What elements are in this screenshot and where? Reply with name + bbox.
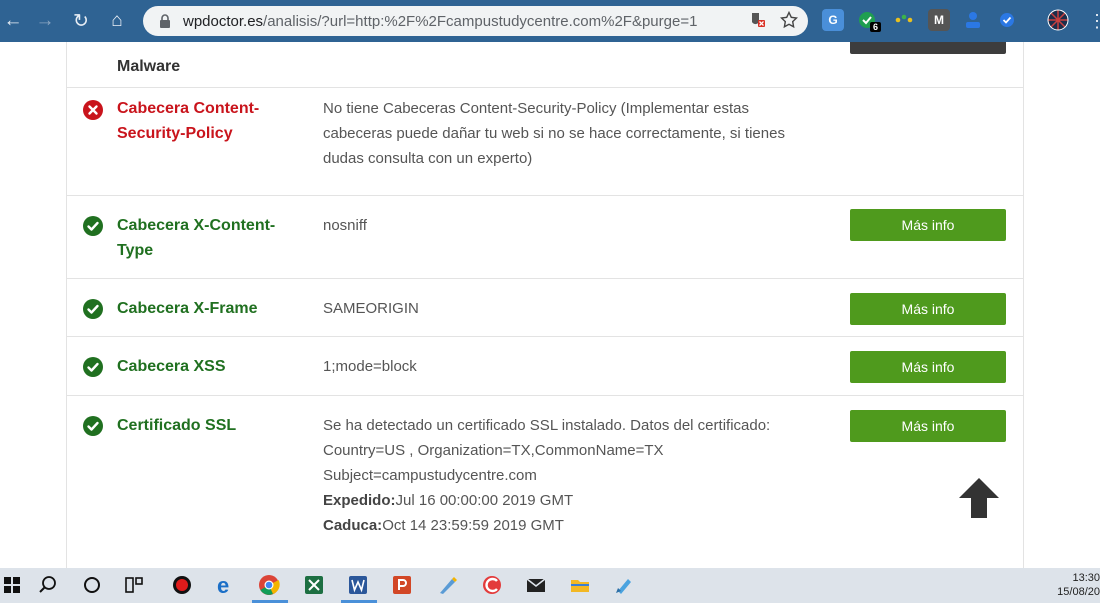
scroll-to-top-icon[interactable]	[955, 474, 1003, 522]
row-description: nosniff	[323, 217, 367, 234]
url-text: wpdoctor.es/analisis/?url=http:%2F%2Fcam…	[183, 13, 697, 30]
m-extension-label: M	[934, 13, 944, 27]
row-description: No tiene Cabeceras Content-Security-Poli…	[323, 100, 785, 167]
home-icon[interactable]: ⌂	[104, 8, 130, 34]
record-icon[interactable]	[170, 573, 194, 597]
url-host: wpdoctor.es	[183, 12, 264, 30]
edge-icon[interactable]: e	[214, 573, 238, 597]
check-circle-icon	[83, 299, 103, 319]
checkmark-extension-icon[interactable]: 6	[856, 9, 882, 32]
m-extension-icon[interactable]: M	[928, 9, 950, 31]
row-description: SAMEORIGIN	[323, 300, 419, 317]
clock-date: 15/08/20	[1057, 586, 1100, 598]
row-description: 1;mode=block	[323, 358, 417, 375]
analysis-page: Malware Cabecera Content-Security-Policy…	[0, 42, 1100, 568]
row-name: Malware	[117, 58, 181, 75]
extension-badge: 6	[870, 22, 882, 32]
translate-extension-icon[interactable]: G	[822, 9, 844, 31]
system-clock[interactable]: 13:30 15/08/20	[1052, 571, 1100, 599]
reload-icon[interactable]: ↻	[68, 8, 94, 34]
browser-toolbar: ← → ↻ ⌂ wpdoctor.es/analisis/?url=http:%…	[0, 0, 1100, 42]
results-panel: Malware Cabecera Content-Security-Policy…	[66, 42, 1024, 568]
error-x-icon	[83, 100, 103, 120]
result-row-csp: Cabecera Content-Security-Policy No tien…	[67, 88, 1023, 196]
result-row-ssl: Certificado SSL Se ha detectado un certi…	[67, 396, 1023, 568]
row-name: Certificado SSL	[117, 417, 237, 434]
search-icon[interactable]	[36, 573, 60, 597]
file-explorer-icon[interactable]	[568, 573, 592, 597]
shield-extension-icon[interactable]	[996, 9, 1018, 31]
svg-text:e: e	[217, 573, 229, 597]
check-circle-icon	[83, 416, 103, 436]
expires-value: Oct 14 23:59:59 2019 GMT	[382, 517, 564, 534]
result-row-xss: Cabecera XSS 1;mode=block Más info	[67, 337, 1023, 396]
shield-blocked-icon[interactable]	[748, 11, 766, 29]
clock-time: 13:30	[1072, 572, 1100, 584]
powerpoint-icon[interactable]	[390, 573, 414, 597]
chrome-icon[interactable]	[257, 573, 281, 597]
result-row-malware: Malware	[67, 42, 1023, 88]
row-name: Cabecera XSS	[117, 358, 226, 375]
files-app-icon[interactable]	[612, 573, 636, 597]
cortana-icon[interactable]	[80, 573, 104, 597]
ccleaner-icon[interactable]	[480, 573, 504, 597]
address-bar[interactable]: wpdoctor.es/analisis/?url=http:%2F%2Fcam…	[143, 6, 808, 36]
blue-check-glyph-icon	[1000, 13, 1014, 27]
row-name: Cabecera X-Frame	[117, 300, 258, 317]
windows-start-icon[interactable]	[0, 573, 24, 597]
user-glyph-icon	[966, 12, 980, 28]
user-extension-icon[interactable]	[962, 9, 984, 31]
more-info-button[interactable]: Más info	[850, 351, 1006, 383]
check-circle-icon	[83, 357, 103, 377]
issued-value: Jul 16 00:00:00 2019 GMT	[395, 492, 574, 509]
back-icon[interactable]: ←	[0, 8, 26, 34]
dots-extension-icon[interactable]	[893, 9, 915, 31]
dots-glyph-icon	[895, 14, 913, 23]
more-info-button[interactable]: Más info	[850, 293, 1006, 325]
menu-dots-icon[interactable]: ⋮	[1084, 8, 1100, 34]
more-info-button[interactable]: Más info	[850, 209, 1006, 241]
result-row-x-frame: Cabecera X-Frame SAMEORIGIN Más info	[67, 279, 1023, 337]
forward-icon[interactable]: →	[32, 8, 58, 34]
paint-icon[interactable]	[436, 573, 460, 597]
profile-avatar[interactable]	[1047, 9, 1069, 31]
mail-icon[interactable]	[524, 573, 548, 597]
word-icon[interactable]	[346, 573, 370, 597]
url-path: /analisis/?url=http:%2F%2Fcampustudycent…	[263, 12, 698, 30]
profile-globe-icon	[1047, 9, 1069, 31]
task-view-icon[interactable]	[122, 573, 146, 597]
row-name: Cabecera X-Content-Type	[117, 217, 276, 259]
issued-label: Expedido:	[323, 492, 396, 509]
more-info-button[interactable]: Más info	[850, 410, 1006, 442]
windows-taskbar: e 13:30 15/08/20	[0, 568, 1100, 603]
ssl-details: Se ha detectado un certificado SSL insta…	[323, 417, 771, 484]
row-name: Cabecera Content-Security-Policy	[117, 100, 260, 142]
lock-icon	[160, 14, 170, 28]
row-description: Se ha detectado un certificado SSL insta…	[323, 413, 803, 538]
check-circle-icon	[83, 216, 103, 236]
more-info-button[interactable]	[850, 42, 1006, 54]
bookmark-star-icon[interactable]	[780, 11, 798, 29]
excel-icon[interactable]	[302, 573, 326, 597]
expires-label: Caduca:	[323, 517, 383, 534]
result-row-x-content-type: Cabecera X-Content-Type nosniff Más info	[67, 196, 1023, 279]
